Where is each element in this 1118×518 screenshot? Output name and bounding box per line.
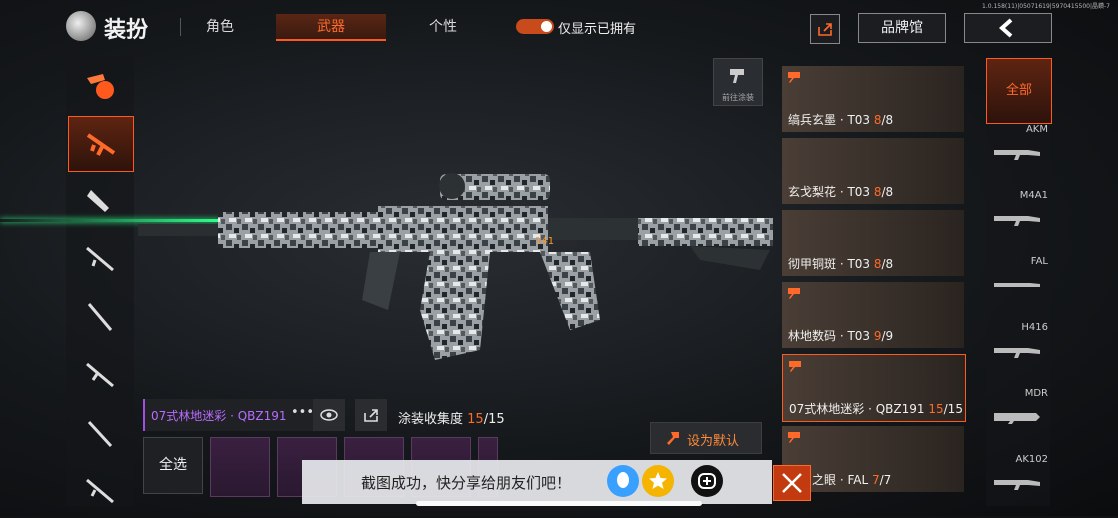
weapon-model-qbz191: 141 xyxy=(138,173,773,360)
category-mdr[interactable]: MDR xyxy=(986,386,1050,450)
category-h416[interactable]: H416 xyxy=(986,320,1050,384)
skin-list: 缟兵玄墨 · T03 8/8 玄戈梨花 · T03 8/8 彻甲铜斑 · T03… xyxy=(780,56,968,506)
wechat-share-icon[interactable] xyxy=(691,465,723,497)
top-bar: 装扮 角色 武器 个性 仅显示已拥有 品牌馆 xyxy=(0,0,1118,50)
svg-text:141: 141 xyxy=(535,236,554,247)
coating-collection: 涂装收集度 15/15 xyxy=(398,408,505,427)
skin-card-name: 缟兵玄墨 · T03 8/8 xyxy=(788,113,894,127)
skin-card[interactable]: 缟兵玄墨 · T03 8/8 xyxy=(782,66,964,132)
rifle-icon xyxy=(86,362,114,388)
spray-tag-icon xyxy=(788,432,800,443)
qzone-share-icon[interactable] xyxy=(642,465,674,497)
pistol-icon xyxy=(86,478,114,504)
rifle-silhouette-icon xyxy=(994,348,1040,358)
go-to-coating-label: 前往涂装 xyxy=(722,93,754,102)
share-icon xyxy=(364,409,378,422)
skin-variant-thumb[interactable] xyxy=(210,437,270,497)
marksman-rifle-icon xyxy=(87,303,113,331)
assault-rifle-icon xyxy=(86,133,116,156)
qq-share-icon[interactable] xyxy=(607,465,639,497)
set-default-label: 设为默认 xyxy=(687,434,740,449)
weapon-skin-name: 07式林地迷彩 · QBZ191 xyxy=(151,409,287,423)
smg-icon xyxy=(87,190,109,212)
sniper-rifle-icon xyxy=(86,246,114,272)
spray-tag-icon xyxy=(789,361,801,372)
go-to-coating-button[interactable]: 前往涂装 xyxy=(713,58,763,106)
weapon-type-sidebar xyxy=(66,56,134,506)
share-icon xyxy=(818,23,832,36)
collection-current: 15 xyxy=(467,412,484,427)
shotgun-icon xyxy=(87,420,113,448)
category-m4a1[interactable]: M4A1 xyxy=(986,188,1050,252)
rifle-silhouette-icon xyxy=(994,283,1040,287)
skin-card-name: 林地数码 · T03 9/9 xyxy=(788,329,894,343)
rifle-silhouette-icon xyxy=(994,216,1040,226)
skin-card-name: 07式林地迷彩 · QBZ191 15/15 xyxy=(789,402,963,416)
category-all[interactable]: 全部 xyxy=(986,58,1052,124)
share-button[interactable] xyxy=(810,14,840,44)
spray-tag-icon xyxy=(788,288,800,299)
sidebar-item-rifle[interactable] xyxy=(68,348,132,402)
skin-card[interactable]: 林地数码 · T03 9/9 xyxy=(782,282,964,348)
tab-weapon[interactable]: 武器 xyxy=(286,16,376,36)
tab-character[interactable]: 角色 xyxy=(175,16,265,36)
skin-card[interactable]: 彻甲铜斑 · T03 8/8 xyxy=(782,210,964,276)
brand-hall-button[interactable]: 品牌馆 xyxy=(858,13,946,43)
category-ak102[interactable]: AK102 xyxy=(986,452,1050,516)
sidebar-item-marksman[interactable] xyxy=(68,290,132,344)
spray-gun-icon xyxy=(730,69,744,83)
screenshot-share-toast: 截图成功，快分享给朋友们吧！ xyxy=(302,460,772,504)
close-toast-button[interactable] xyxy=(773,465,811,501)
rifle-silhouette-icon xyxy=(994,480,1040,490)
skin-card-selected[interactable]: 07式林地迷彩 · QBZ191 15/15 xyxy=(782,354,966,422)
home-indicator xyxy=(416,501,702,506)
sidebar-item-sniper[interactable] xyxy=(68,232,132,286)
preview-button[interactable] xyxy=(313,399,345,431)
weapon-category-list: 全部 AKM M4A1 FAL H416 MDR AK102 xyxy=(986,56,1052,506)
toast-message: 截图成功，快分享给朋友们吧！ xyxy=(361,474,572,492)
rifle-silhouette-icon xyxy=(994,413,1040,424)
eye-icon xyxy=(320,409,338,421)
sidebar-item-shotgun[interactable] xyxy=(68,406,132,460)
owned-only-label: 仅显示已拥有 xyxy=(558,22,637,37)
sidebar-item-skin[interactable] xyxy=(68,58,132,112)
weapon-skin-icon xyxy=(87,74,114,99)
more-options-button[interactable]: ••• xyxy=(291,405,314,420)
set-default-button[interactable]: 设为默认 xyxy=(650,422,762,454)
select-all-button[interactable]: 全选 xyxy=(143,437,203,494)
skin-card-name: 玄戈梨花 · T03 8/8 xyxy=(788,185,894,199)
collection-label: 涂装收集度 xyxy=(398,412,464,427)
category-fal[interactable]: FAL xyxy=(986,254,1050,318)
globe-logo-icon xyxy=(66,11,96,41)
skin-card-name: 之眼 · FAL 7/7 xyxy=(812,473,892,487)
skin-card-name: 彻甲铜斑 · T03 8/8 xyxy=(788,257,894,271)
category-akm[interactable]: AKM xyxy=(986,122,1050,186)
rifle-silhouette-icon xyxy=(994,150,1040,160)
skin-card[interactable]: 玄戈梨花 · T03 8/8 xyxy=(782,138,964,204)
back-arrow-icon xyxy=(998,18,1013,38)
sidebar-item-pistol[interactable] xyxy=(68,464,132,518)
close-icon xyxy=(782,473,802,493)
owned-only-toggle[interactable] xyxy=(516,19,554,34)
spray-tag-icon xyxy=(788,72,800,83)
page-title: 装扮 xyxy=(104,18,149,43)
back-button[interactable] xyxy=(964,13,1052,43)
weapon-name-bar: 07式林地迷彩 · QBZ191 ••• xyxy=(143,399,314,431)
tab-personality[interactable]: 个性 xyxy=(398,16,488,36)
share-skin-button[interactable] xyxy=(355,399,387,431)
spray-gun-icon xyxy=(667,432,679,445)
collection-total: /15 xyxy=(483,412,505,427)
sidebar-item-assault-rifle[interactable] xyxy=(68,116,134,172)
